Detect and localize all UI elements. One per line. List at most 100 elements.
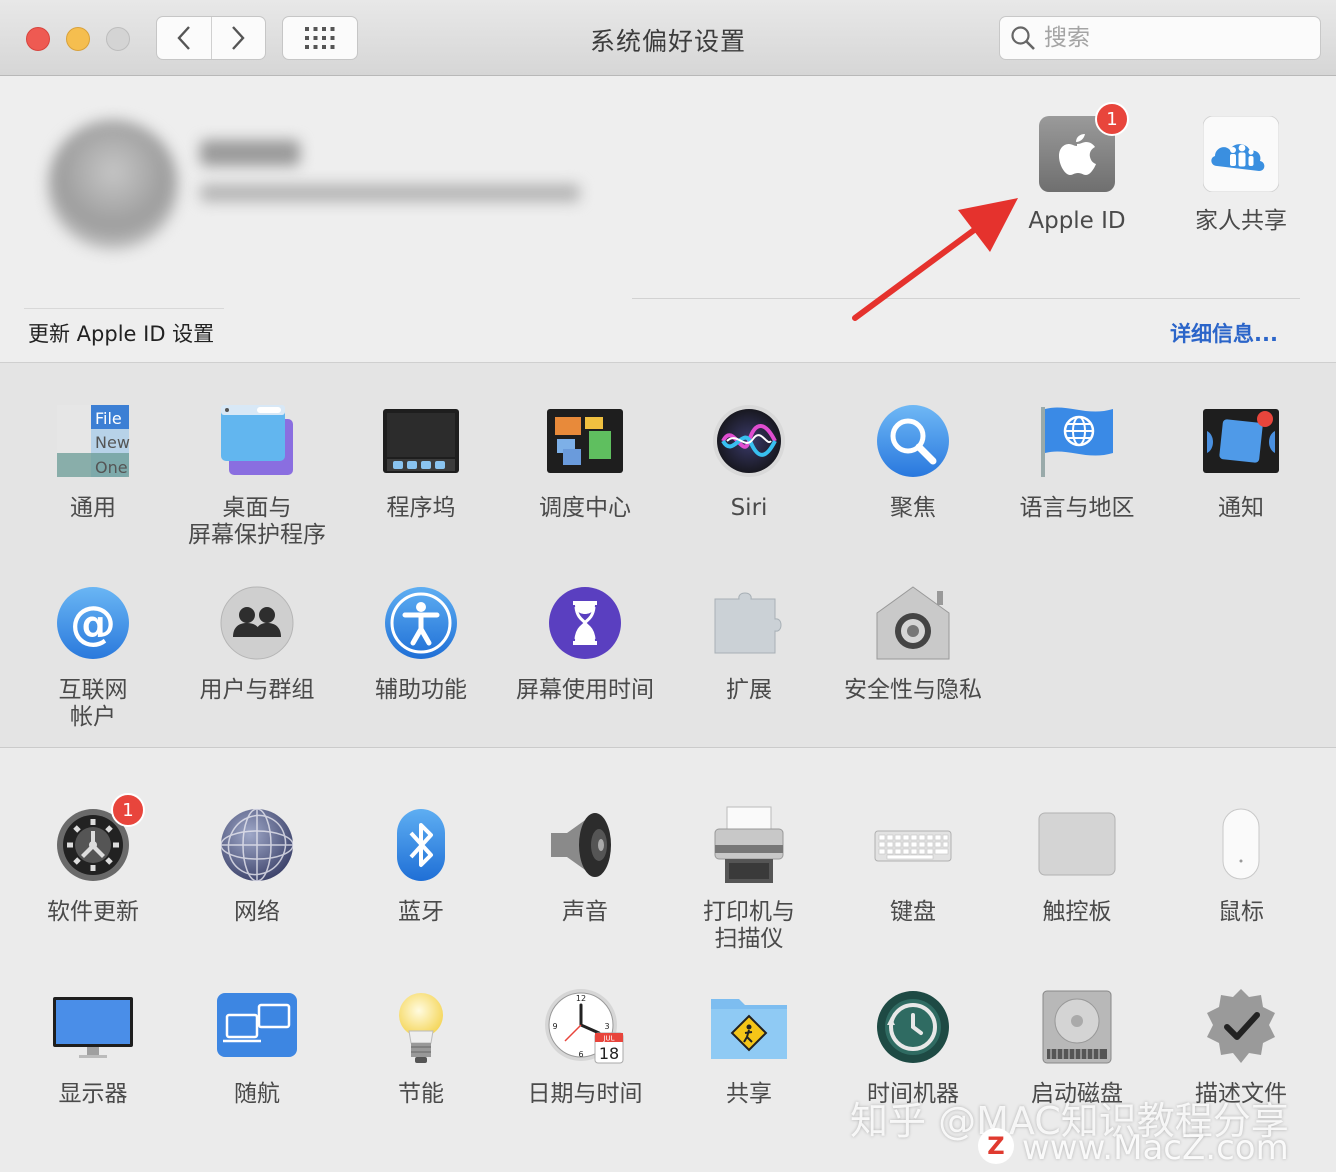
pref-extensions[interactable]: 扩展 bbox=[674, 583, 824, 704]
profiles-icon bbox=[1201, 987, 1281, 1067]
security-privacy-icon bbox=[873, 583, 953, 663]
personal-preferences-section: File New One 通用 桌面与 屏幕保护程序 程序坞 调度中心 Siri… bbox=[0, 363, 1336, 748]
printers-scanners-icon bbox=[709, 805, 789, 885]
pref-security-privacy[interactable]: 安全性与隐私 bbox=[838, 583, 988, 704]
general-icon-text-1: File bbox=[95, 409, 122, 428]
family-sharing-label: 家人共享 bbox=[1195, 208, 1287, 234]
notifications-icon bbox=[1201, 401, 1281, 481]
pref-siri[interactable]: Siri bbox=[674, 401, 824, 522]
screen-time-icon bbox=[545, 583, 625, 663]
pref-label: 语言与地区 bbox=[1019, 495, 1135, 521]
general-icon: File New One bbox=[53, 401, 133, 481]
extensions-icon bbox=[709, 583, 789, 663]
pref-label: 安全性与隐私 bbox=[844, 677, 982, 703]
pref-label: 聚焦 bbox=[890, 495, 936, 521]
trackpad-icon bbox=[1037, 805, 1117, 885]
pref-label: 用户与群组 bbox=[199, 677, 315, 703]
pref-spotlight[interactable]: 聚焦 bbox=[838, 401, 988, 522]
search-input[interactable] bbox=[1044, 25, 1304, 51]
pref-label: 程序坞 bbox=[386, 495, 456, 521]
titlebar: 系统偏好设置 bbox=[0, 0, 1336, 76]
pref-label: 软件更新 bbox=[47, 899, 139, 925]
search-field[interactable] bbox=[999, 16, 1321, 60]
svg-text:@: @ bbox=[70, 596, 116, 650]
pref-label: 打印机与 扫描仪 bbox=[703, 899, 795, 952]
general-icon-text-3: One bbox=[95, 458, 128, 477]
pref-displays[interactable]: 显示器 bbox=[18, 987, 168, 1108]
internet-accounts-icon: @ bbox=[53, 583, 133, 663]
pref-label: 桌面与 屏幕保护程序 bbox=[188, 495, 326, 548]
pref-label: 调度中心 bbox=[539, 495, 631, 521]
pref-language-region[interactable]: 语言与地区 bbox=[1002, 401, 1152, 522]
mouse-icon bbox=[1201, 805, 1281, 885]
pref-general[interactable]: File New One 通用 bbox=[18, 401, 168, 522]
pref-desktop-screensaver[interactable]: 桌面与 屏幕保护程序 bbox=[182, 401, 332, 549]
time-machine-icon bbox=[873, 987, 953, 1067]
pref-internet-accounts[interactable]: @ 互联网 帐户 bbox=[18, 583, 168, 731]
pref-label: 通用 bbox=[70, 495, 116, 521]
date-month-text: JUL bbox=[602, 1035, 614, 1043]
dock-icon bbox=[381, 401, 461, 481]
software-update-badge: 1 bbox=[111, 793, 145, 827]
pref-label: 共享 bbox=[726, 1081, 772, 1107]
pref-dock[interactable]: 程序坞 bbox=[346, 401, 496, 522]
pref-printers-scanners[interactable]: 打印机与 扫描仪 bbox=[674, 805, 824, 953]
pref-label: 随航 bbox=[234, 1081, 280, 1107]
avatar[interactable] bbox=[48, 120, 178, 250]
pref-apple-id[interactable]: 1 Apple ID bbox=[1002, 102, 1152, 235]
pref-label: 屏幕使用时间 bbox=[516, 677, 654, 703]
sound-icon bbox=[545, 805, 625, 885]
desktop-screensaver-icon bbox=[217, 401, 297, 481]
pref-sidecar[interactable]: 随航 bbox=[182, 987, 332, 1108]
details-link[interactable]: 详细信息... bbox=[1170, 318, 1278, 348]
bluetooth-icon bbox=[381, 805, 461, 885]
pref-notifications[interactable]: 通知 bbox=[1166, 401, 1316, 522]
svg-text:9: 9 bbox=[552, 1022, 557, 1031]
pref-sharing[interactable]: 共享 bbox=[674, 987, 824, 1108]
pref-screen-time[interactable]: 屏幕使用时间 bbox=[510, 583, 660, 704]
svg-text:6: 6 bbox=[578, 1050, 583, 1059]
pref-software-update[interactable]: 1 软件更新 bbox=[18, 793, 168, 926]
users-groups-icon bbox=[217, 583, 297, 663]
family-sharing-icon bbox=[1201, 114, 1281, 194]
search-icon bbox=[1011, 26, 1035, 50]
general-icon-text-2: New bbox=[95, 433, 130, 452]
pref-label: 蓝牙 bbox=[398, 899, 444, 925]
svg-text:3: 3 bbox=[604, 1022, 609, 1031]
pref-trackpad[interactable]: 触控板 bbox=[1002, 805, 1152, 926]
pref-energy-saver[interactable]: 节能 bbox=[346, 987, 496, 1108]
update-apple-id-message: 更新 Apple ID 设置 bbox=[28, 322, 215, 346]
pref-label: 扩展 bbox=[726, 677, 772, 703]
pref-mission-control[interactable]: 调度中心 bbox=[510, 401, 660, 522]
pref-label: 日期与时间 bbox=[527, 1081, 643, 1107]
pref-label: 显示器 bbox=[58, 1081, 128, 1107]
system-preferences-window: 系统偏好设置 1 Apple ID bbox=[0, 0, 1336, 1172]
pref-network[interactable]: 网络 bbox=[182, 805, 332, 926]
energy-saver-icon bbox=[381, 987, 461, 1067]
pref-label: Siri bbox=[730, 495, 768, 521]
account-email-redacted bbox=[200, 184, 580, 202]
pref-keyboard[interactable]: 键盘 bbox=[838, 805, 988, 926]
pref-users-groups[interactable]: 用户与群组 bbox=[182, 583, 332, 704]
network-icon bbox=[217, 805, 297, 885]
pref-label: 鼠标 bbox=[1218, 899, 1264, 925]
account-name-redacted bbox=[200, 140, 300, 166]
date-time-icon: 12 3 6 9 JUL 18 bbox=[545, 987, 625, 1067]
pref-date-time[interactable]: 12 3 6 9 JUL 18 日期与时间 bbox=[510, 987, 660, 1108]
pref-sound[interactable]: 声音 bbox=[510, 805, 660, 926]
pref-label: 互联网 帐户 bbox=[58, 677, 128, 730]
spotlight-icon bbox=[873, 401, 953, 481]
pref-label: 网络 bbox=[234, 899, 280, 925]
watermark-url: www.MacZ.com bbox=[1022, 1128, 1289, 1168]
pref-bluetooth[interactable]: 蓝牙 bbox=[346, 805, 496, 926]
pref-family-sharing[interactable]: 家人共享 bbox=[1166, 114, 1316, 235]
divider bbox=[632, 298, 1300, 299]
language-region-icon bbox=[1037, 401, 1117, 481]
pref-label: 键盘 bbox=[890, 899, 936, 925]
sharing-icon bbox=[709, 987, 789, 1067]
pref-mouse[interactable]: 鼠标 bbox=[1166, 805, 1316, 926]
pref-accessibility[interactable]: 辅助功能 bbox=[346, 583, 496, 704]
keyboard-icon bbox=[873, 805, 953, 885]
svg-text:12: 12 bbox=[576, 994, 586, 1003]
sidecar-icon bbox=[217, 987, 297, 1067]
